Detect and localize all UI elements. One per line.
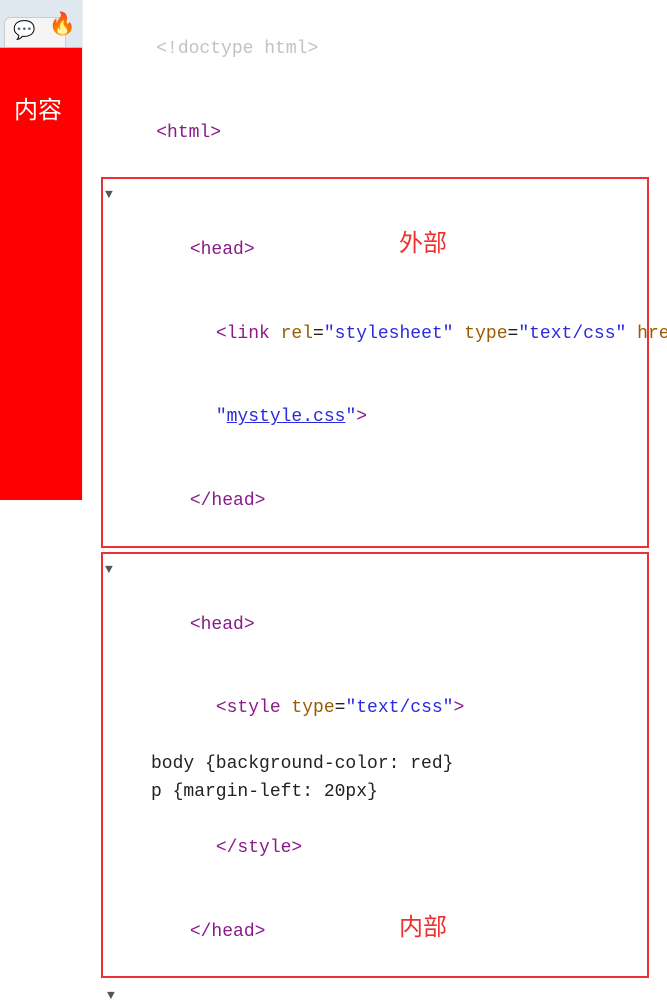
code-line-html-open[interactable]: <html> [83, 92, 661, 176]
code-line-doctype[interactable]: <!doctype html> [83, 8, 661, 92]
code-line-body-open[interactable]: ▼ <body> [83, 982, 661, 1000]
expand-twisty-icon[interactable]: ▼ [105, 560, 113, 580]
browser-tab-strip: 💬 🔥 [0, 0, 82, 48]
code-line-style-close[interactable]: </style> [107, 807, 643, 891]
tab-favicon: 💬 [13, 19, 35, 47]
code-line-head-close[interactable]: </head> [107, 460, 643, 544]
code-line-style-open[interactable]: <style type="text/css"> [107, 667, 643, 751]
stylesheet-link[interactable]: mystyle.css [227, 407, 346, 427]
highlight-box-internal: ▼ <head> <style type="text/css"> body {b… [101, 552, 649, 978]
expand-twisty-icon[interactable]: ▼ [107, 986, 115, 1000]
highlight-box-external: ▼ <head> <link rel="stylesheet" type="te… [101, 177, 649, 548]
browser-extension-icon[interactable]: 🔥 [49, 9, 76, 43]
code-line-head-open[interactable]: ▼ <head> [107, 181, 643, 293]
code-line-head-close-2[interactable]: </head> [107, 891, 643, 975]
page-content-preview: 内容 [14, 92, 62, 129]
annotation-internal: 内部 [399, 909, 447, 946]
elements-panel[interactable]: <!doctype html> <html> ▼ <head> <link re… [82, 0, 667, 500]
code-line-link-href[interactable]: "mystyle.css"> [107, 377, 643, 461]
expand-twisty-icon[interactable]: ▼ [105, 185, 113, 205]
code-line-link[interactable]: <link rel="stylesheet" type="text/css" h… [107, 293, 643, 377]
page-preview-sidebar: 💬 🔥 内容 [0, 0, 82, 500]
annotation-external: 外部 [399, 225, 447, 262]
code-line-css-rule[interactable]: body {background-color: red} [107, 751, 643, 779]
code-line-head-open-2[interactable]: ▼ <head> [107, 556, 643, 668]
code-line-css-rule[interactable]: p {margin-left: 20px} [107, 779, 643, 807]
